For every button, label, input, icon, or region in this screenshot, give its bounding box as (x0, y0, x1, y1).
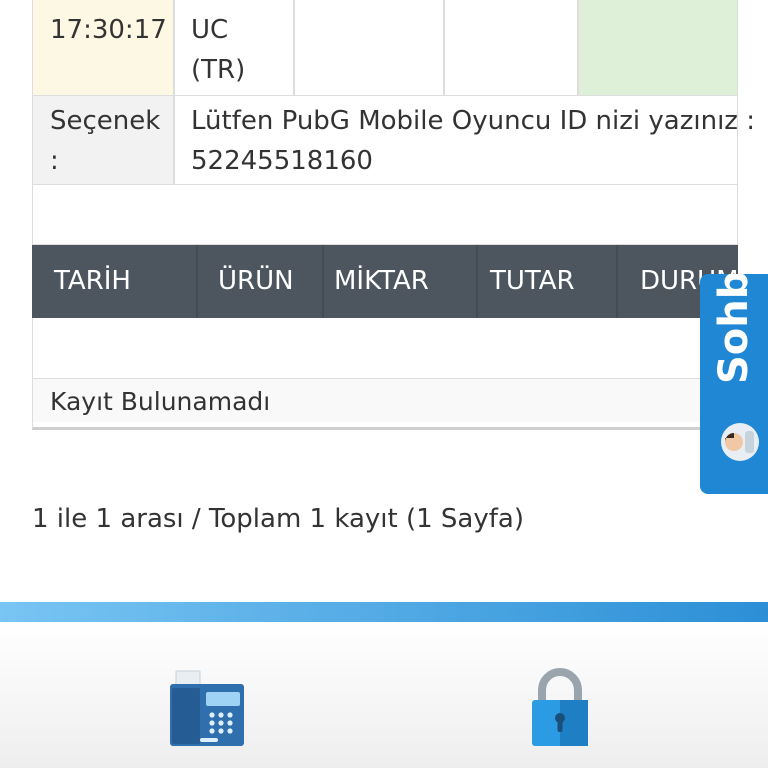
order-time-cell: 17:30:17 (32, 0, 174, 96)
order-product-line1: UC (191, 15, 229, 45)
option-label-cell: Seçenek : (32, 95, 174, 185)
option-value-cell: Lütfen PubG Mobile Oyuncu ID nizi yazını… (174, 95, 755, 185)
option-label-colon: : (50, 146, 59, 176)
empty-row: Kayıt Bulunamadı (33, 378, 737, 422)
column-header-amount: TUTAR (490, 266, 575, 296)
order-quantity-cell (294, 0, 444, 96)
fax-phone-icon[interactable] (166, 666, 248, 748)
spacer-row (32, 185, 738, 245)
order-status-cell (578, 0, 738, 96)
empty-message: Kayıt Bulunamadı (50, 387, 271, 416)
footer-accent-bar (0, 602, 768, 622)
order-time: 17:30:17 (50, 15, 167, 45)
column-header-product: ÜRÜN (218, 266, 294, 296)
history-table-body: Kayıt Bulunamadı (32, 318, 738, 430)
order-amount-cell (444, 0, 578, 96)
chat-widget-tab[interactable]: Sohbet (700, 274, 768, 494)
order-product-cell: UC (TR) (174, 0, 294, 96)
order-product-line2: (TR) (191, 55, 246, 85)
option-value-player-id: 52245518160 (191, 146, 373, 176)
column-header-quantity: MİKTAR (334, 266, 429, 296)
lock-icon[interactable] (528, 668, 592, 748)
support-agent-icon (721, 423, 759, 461)
pagination-summary: 1 ile 1 arası / Toplam 1 kayıt (1 Sayfa) (32, 504, 524, 534)
option-label: Seçenek (50, 106, 161, 136)
option-value-text: Lütfen PubG Mobile Oyuncu ID nizi yazını… (191, 106, 755, 136)
history-table-header: TARİH ÜRÜN MİKTAR TUTAR DURUM (32, 245, 738, 318)
column-header-date: TARİH (54, 266, 131, 296)
footer (0, 622, 768, 768)
chat-widget-label: Sohbet (711, 274, 757, 384)
